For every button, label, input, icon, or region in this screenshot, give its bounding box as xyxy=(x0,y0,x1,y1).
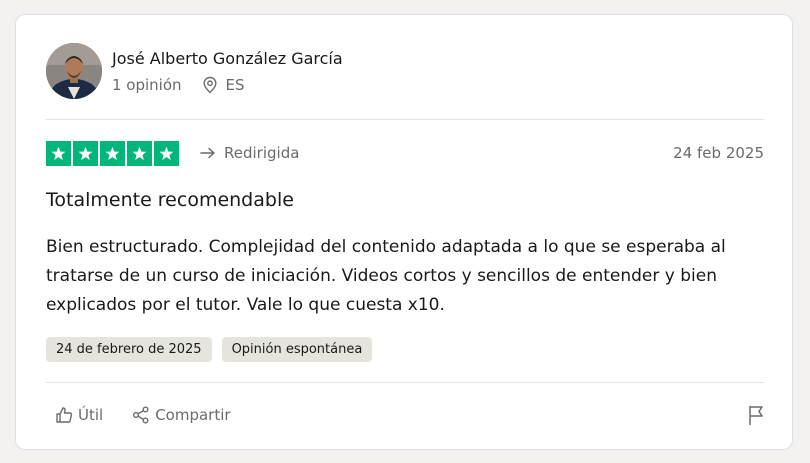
useful-label: Útil xyxy=(78,406,104,424)
review-title[interactable]: Totalmente recomendable xyxy=(46,187,294,213)
experience-date-tag: 24 de febrero de 2025 xyxy=(46,337,212,362)
report-button[interactable] xyxy=(746,404,766,426)
reviewer-name[interactable]: José Alberto González García xyxy=(112,48,343,70)
review-date: 24 feb 2025 xyxy=(673,144,764,162)
header-divider xyxy=(46,119,764,120)
review-count: 1 opinión xyxy=(112,75,182,94)
flag-icon xyxy=(749,406,763,425)
star-icon xyxy=(154,140,179,166)
reviewer-meta: 1 opinión ES xyxy=(112,75,343,95)
useful-button[interactable]: Útil xyxy=(54,405,103,425)
star-icon xyxy=(100,140,125,166)
share-label: Compartir xyxy=(155,406,231,424)
star-icon xyxy=(73,140,98,166)
footer-divider xyxy=(46,382,764,383)
redirected-label: Redirigida xyxy=(224,144,300,162)
reviewer-header: José Alberto González García 1 opinión E… xyxy=(46,43,343,99)
location-pin-icon xyxy=(203,76,217,93)
review-card: José Alberto González García 1 opinión E… xyxy=(15,14,793,450)
review-tags: 24 de febrero de 2025 Opinión espontánea xyxy=(46,337,373,362)
star-icon xyxy=(46,140,71,166)
avatar-image xyxy=(46,43,102,99)
star-rating xyxy=(46,140,179,166)
country-code: ES xyxy=(225,75,245,94)
share-icon xyxy=(133,406,149,424)
review-source-tag[interactable]: Opinión espontánea xyxy=(221,337,373,362)
share-button[interactable]: Compartir xyxy=(131,405,231,425)
reviewer-country: ES xyxy=(202,75,245,95)
redirected-status[interactable]: Redirigida xyxy=(199,144,299,162)
review-actions: Útil Compartir xyxy=(54,403,766,427)
star-icon xyxy=(127,140,152,166)
arrow-right-icon xyxy=(200,147,215,159)
rating-row: Redirigida 24 feb 2025 xyxy=(46,140,764,166)
reviewer-info: José Alberto González García 1 opinión E… xyxy=(112,48,343,95)
thumbs-up-icon xyxy=(56,407,73,423)
review-body: Bien estructurado. Complejidad del conte… xyxy=(46,237,726,315)
avatar[interactable] xyxy=(46,43,102,99)
